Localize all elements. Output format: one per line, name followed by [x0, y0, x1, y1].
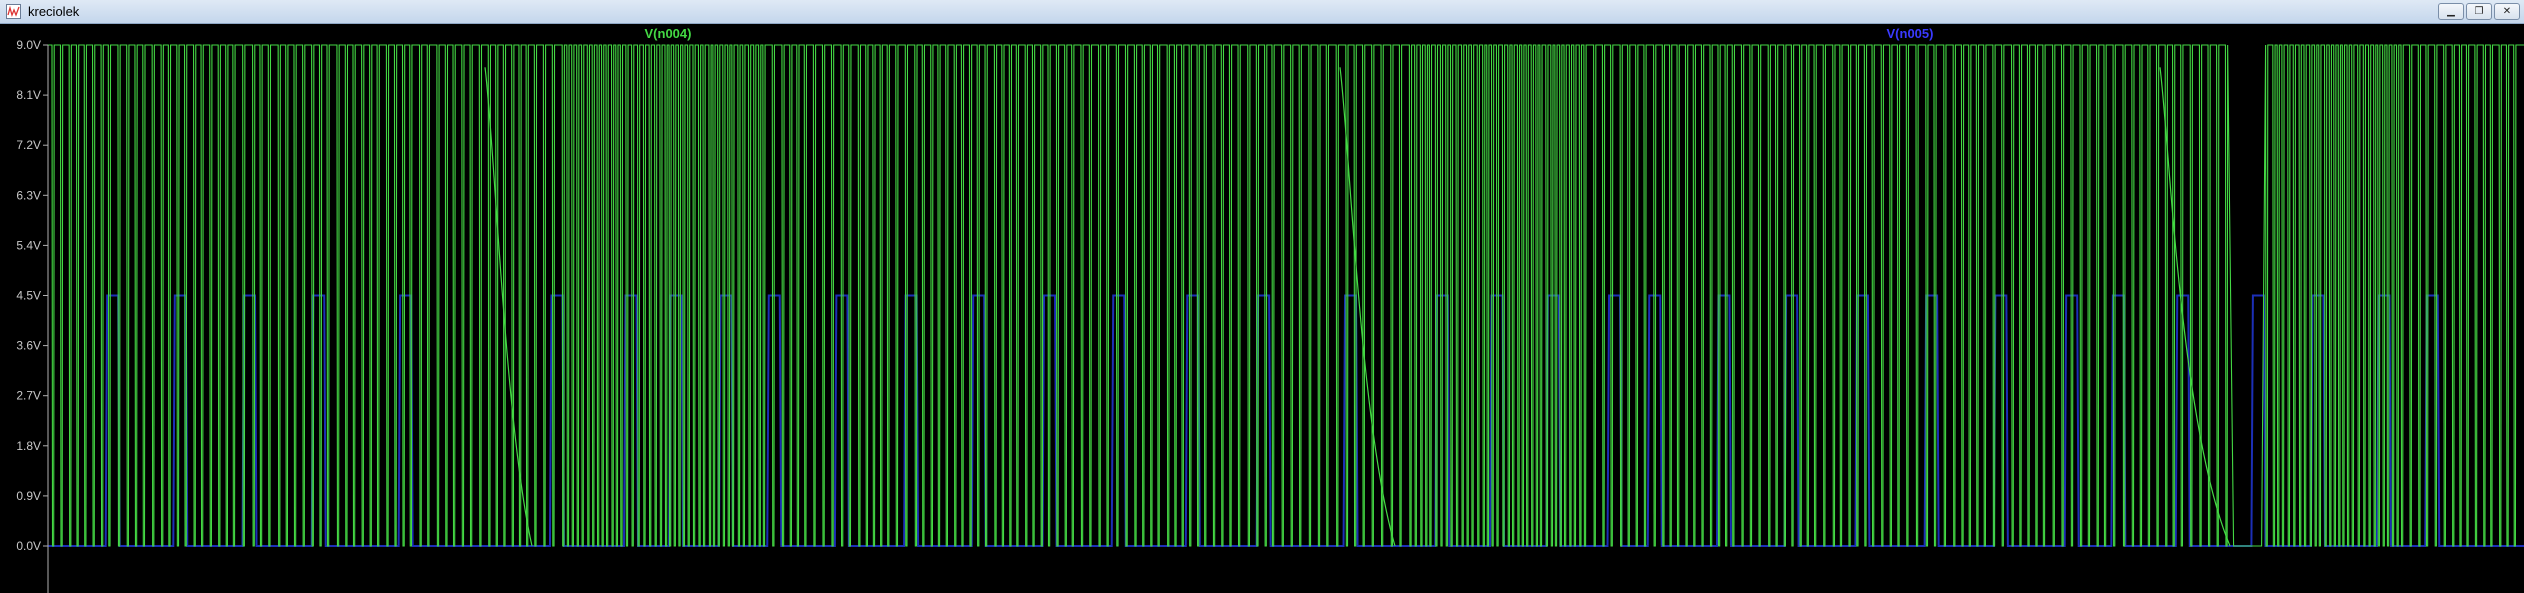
close-button[interactable]: ✕ [2494, 3, 2520, 20]
y-tick-label: 9.0V [16, 38, 41, 52]
window-controls: ▁ ❐ ✕ [2438, 3, 2520, 20]
y-tick-label: 6.3V [16, 188, 41, 202]
close-icon: ✕ [2502, 5, 2512, 17]
trace-label-n005[interactable]: V(n005) [1887, 26, 1934, 41]
y-tick-label: 1.8V [16, 439, 41, 453]
y-tick-label: 4.5V [16, 289, 41, 303]
ltspice-waveform-icon [6, 4, 21, 19]
minimize-icon: ▁ [2447, 5, 2455, 17]
y-tick-label: 2.7V [16, 389, 41, 403]
y-tick-label: 0.9V [16, 489, 41, 503]
minimize-button[interactable]: ▁ [2438, 3, 2464, 20]
y-tick-label: 7.2V [16, 138, 41, 152]
waveform-plot[interactable]: 9.0V 8.1V 7.2V 6.3V 5.4V 4.5V 3.6V 2.7V 1.8V 0.9V… [0, 24, 2524, 593]
trace-label-n004[interactable]: V(n004) [645, 26, 692, 41]
restore-icon: ❐ [2474, 5, 2484, 17]
window-titlebar: kreciolek ▁ ❐ ✕ [0, 0, 2524, 24]
y-tick-label: 3.6V [16, 339, 41, 353]
y-tick-label: 5.4V [16, 238, 41, 252]
y-tick-label: 0.0V [16, 539, 41, 553]
restore-button[interactable]: ❐ [2466, 3, 2492, 20]
window-title: kreciolek [28, 4, 80, 19]
y-tick-label: 8.1V [16, 88, 41, 102]
